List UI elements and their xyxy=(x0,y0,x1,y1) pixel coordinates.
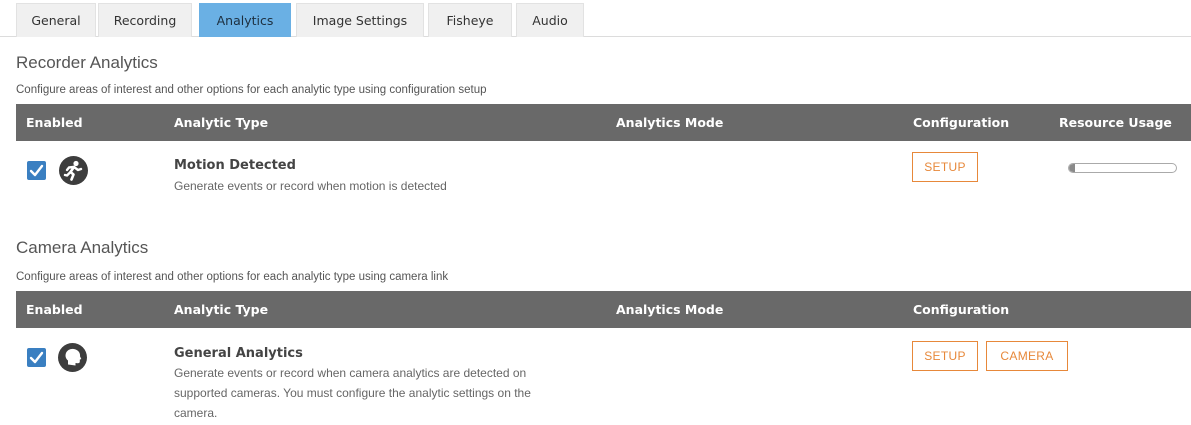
recorder-analytics-title: Recorder Analytics xyxy=(16,53,158,72)
column-resource-usage: Resource Usage xyxy=(1059,115,1172,130)
general-analytics-enabled-checkbox[interactable] xyxy=(27,348,46,367)
column-enabled: Enabled xyxy=(26,115,83,130)
tab-fisheye[interactable]: Fisheye xyxy=(428,3,512,37)
general-analytics-setup-button[interactable]: SETUP xyxy=(912,341,978,371)
motion-enabled-checkbox[interactable] xyxy=(27,161,46,180)
description-line: Generate events or record when camera an… xyxy=(174,366,527,380)
tab-analytics[interactable]: Analytics xyxy=(199,3,291,37)
column-analytics-mode: Analytics Mode xyxy=(616,302,724,317)
recorder-analytics-description: Configure areas of interest and other op… xyxy=(16,84,487,96)
tab-audio[interactable]: Audio xyxy=(516,3,584,37)
description-line: camera. xyxy=(174,406,218,420)
analytic-name: Motion Detected xyxy=(174,158,296,173)
tab-bar: General Recording Analytics Image Settin… xyxy=(0,0,1191,37)
tab-image-settings[interactable]: Image Settings xyxy=(296,3,424,37)
camera-table-header: Enabled Analytic Type Analytics Mode Con… xyxy=(16,291,1191,328)
column-configuration: Configuration xyxy=(913,302,1010,317)
checkmark-icon xyxy=(29,351,44,364)
recorder-table-header: Enabled Analytic Type Analytics Mode Con… xyxy=(16,104,1191,141)
motion-setup-button[interactable]: SETUP xyxy=(912,152,978,182)
analytic-description: Generate events or record when camera an… xyxy=(174,363,531,423)
analytic-description: Generate events or record when motion is… xyxy=(174,179,447,193)
running-person-icon xyxy=(59,156,88,185)
tab-recording[interactable]: Recording xyxy=(98,3,192,37)
head-profile-icon xyxy=(58,343,87,372)
column-enabled: Enabled xyxy=(26,302,83,317)
camera-analytics-title: Camera Analytics xyxy=(16,238,149,257)
resource-usage-fill xyxy=(1069,164,1076,172)
column-analytics-mode: Analytics Mode xyxy=(616,115,724,130)
column-analytic-type: Analytic Type xyxy=(174,302,269,317)
column-configuration: Configuration xyxy=(913,115,1010,130)
tab-general[interactable]: General xyxy=(16,3,96,37)
resource-usage-bar xyxy=(1068,163,1177,173)
column-analytic-type: Analytic Type xyxy=(174,115,269,130)
description-line: supported cameras. You must configure th… xyxy=(174,386,531,400)
camera-analytics-description: Configure areas of interest and other op… xyxy=(16,271,449,283)
general-analytics-camera-button[interactable]: CAMERA xyxy=(986,341,1068,371)
checkmark-icon xyxy=(29,164,44,177)
analytic-name: General Analytics xyxy=(174,346,303,361)
